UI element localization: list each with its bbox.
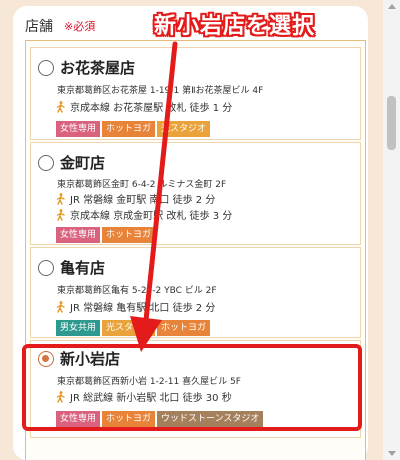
scroll-up-icon[interactable] <box>388 4 396 9</box>
scroll-down-icon[interactable] <box>388 451 396 456</box>
annotation-arrow <box>130 41 178 352</box>
annotation-callout: 新小岩店を選択 <box>154 14 316 39</box>
scroll-thumb[interactable] <box>387 96 396 150</box>
vertical-scrollbar[interactable] <box>383 0 400 460</box>
